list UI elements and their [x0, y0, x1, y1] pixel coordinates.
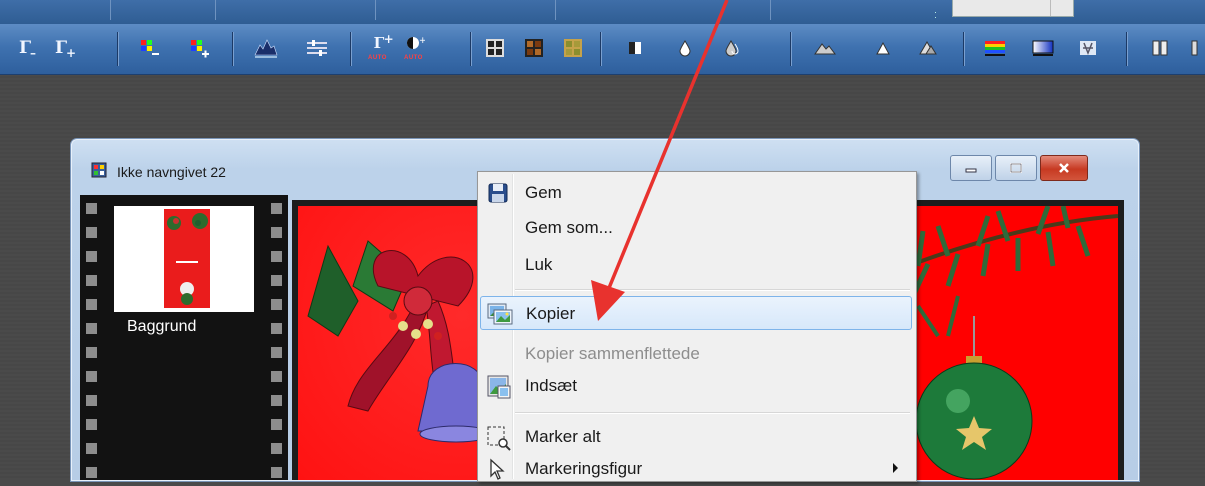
- menu-item-label: Marker alt: [525, 427, 601, 446]
- toolbar-separator: [350, 32, 351, 66]
- toolbar-separator: [117, 32, 118, 66]
- maximize-button[interactable]: [995, 155, 1037, 181]
- columns-icon[interactable]: [1147, 35, 1173, 61]
- strip-divider: [770, 0, 771, 20]
- menu-item-label: Markeringsfigur: [525, 459, 643, 478]
- document-icon: [91, 162, 107, 178]
- brown-grid-icon[interactable]: [521, 35, 547, 61]
- dark-grid-icon[interactable]: [482, 35, 508, 61]
- select-all-icon: [486, 425, 511, 451]
- strip-divider: [215, 0, 216, 20]
- svg-text:+: +: [419, 36, 425, 46]
- menu-item-label: Gem: [525, 183, 562, 202]
- menu-item-kopier-sammenflettede[interactable]: Kopier sammenflettede: [480, 337, 912, 371]
- menu-item-kopier[interactable]: Kopier: [480, 296, 912, 330]
- color-increase-icon[interactable]: [186, 35, 212, 61]
- auto-gamma-icon[interactable]: Γ + AUTO: [366, 32, 394, 61]
- context-menu: Gem Gem som... Luk Kopier Kopier sammenf…: [477, 171, 917, 482]
- thumbnail-image: [164, 209, 210, 308]
- film-holes: [271, 195, 282, 480]
- document-title: Ikke navngivet 22: [117, 164, 226, 180]
- contrast-icon[interactable]: [622, 35, 648, 61]
- menu-item-luk[interactable]: Luk: [480, 248, 912, 282]
- toolbar-overflow-icon[interactable]: [1188, 35, 1200, 61]
- toolbar-separator: [790, 32, 791, 66]
- menu-item-label: Gem som...: [525, 218, 613, 237]
- submenu-arrow-icon: [893, 463, 898, 473]
- grip-dots: · ·: [934, 7, 937, 22]
- auto-label: AUTO: [404, 55, 423, 61]
- copy-image-icon: [487, 302, 513, 326]
- mountain-icon[interactable]: [812, 35, 838, 61]
- layer-label: Baggrund: [127, 318, 197, 335]
- color-decrease-icon[interactable]: [136, 35, 162, 61]
- menu-separator: [515, 412, 910, 413]
- menu-item-gem[interactable]: Gem: [480, 176, 912, 210]
- gamma-increase-icon[interactable]: Γ +: [48, 35, 76, 61]
- olive-grid-icon[interactable]: [560, 35, 586, 61]
- menu-separator: [515, 289, 910, 290]
- auto-label: AUTO: [368, 55, 387, 61]
- sparkle-icon[interactable]: [1075, 35, 1101, 61]
- minimize-button[interactable]: [950, 155, 992, 181]
- strip-divider: [555, 0, 556, 20]
- strip-divider: [110, 0, 111, 20]
- close-icon: [1059, 163, 1069, 173]
- film-holes: [86, 195, 97, 480]
- menu-item-label: Indsæt: [525, 376, 577, 395]
- menu-item-label: Kopier: [526, 304, 576, 323]
- rainbow-icon[interactable]: [982, 35, 1008, 61]
- selection-cursor-icon: [486, 457, 510, 481]
- close-button[interactable]: [1040, 155, 1088, 181]
- levels-icon[interactable]: [304, 35, 330, 61]
- menu-item-gem-som[interactable]: Gem som...: [480, 211, 912, 245]
- small-mountain-icon[interactable]: [870, 35, 896, 61]
- toolbar-separator: [470, 32, 471, 66]
- gradient-icon[interactable]: [1030, 35, 1056, 61]
- auto-contrast-icon[interactable]: + AUTO: [402, 35, 428, 61]
- toolbar-separator: [1126, 32, 1127, 66]
- menu-item-label: Luk: [525, 255, 553, 274]
- menu-item-label: Kopier sammenflettede: [525, 344, 700, 363]
- menu-item-markeringsfigur[interactable]: Markeringsfigur: [480, 452, 912, 486]
- toolbar-separator: [963, 32, 964, 66]
- strip-divider: [375, 0, 376, 20]
- top-strip: · ·: [0, 0, 1205, 24]
- menu-item-indsaet[interactable]: Indsæt: [480, 369, 912, 403]
- restore-icon: [1010, 163, 1022, 173]
- mountains-icon[interactable]: [915, 35, 941, 61]
- gamma-decrease-icon[interactable]: Γ –: [12, 35, 38, 61]
- save-icon: [486, 181, 510, 205]
- histogram-icon[interactable]: [253, 35, 279, 61]
- drops-icon[interactable]: [719, 35, 745, 61]
- layer-thumbnail[interactable]: [114, 206, 254, 312]
- menu-item-marker-alt[interactable]: Marker alt: [480, 420, 912, 454]
- zoom-field[interactable]: [952, 0, 1074, 17]
- paste-icon: [486, 374, 511, 399]
- toolbar: Γ – Γ + Γ + AUTO + AUTO: [0, 24, 1205, 75]
- drop-icon[interactable]: [672, 35, 698, 61]
- minimize-icon: [965, 168, 977, 173]
- toolbar-separator: [600, 32, 601, 66]
- toolbar-separator: [232, 32, 233, 66]
